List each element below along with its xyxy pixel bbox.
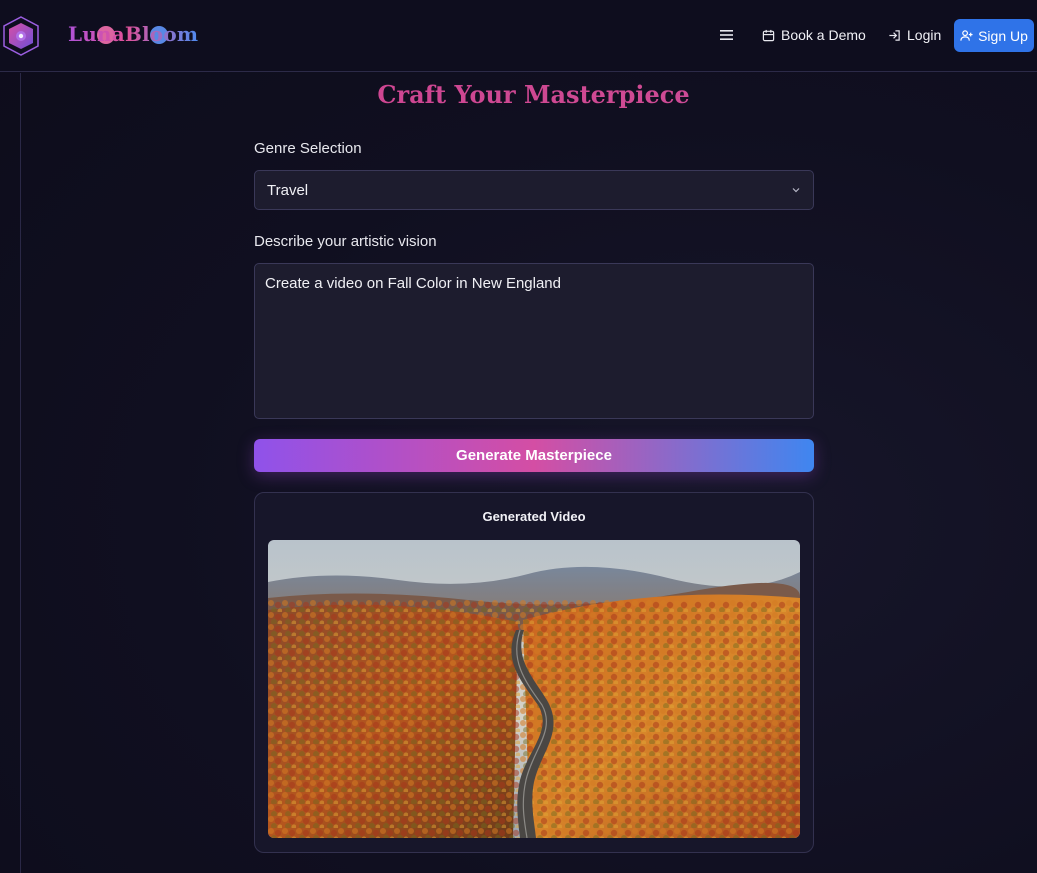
sidebar-divider <box>20 73 21 873</box>
generated-video-card: Generated Video <box>254 492 814 853</box>
artistic-vision-textarea[interactable]: Create a video on Fall Color in New Engl… <box>254 263 814 419</box>
sign-up-button[interactable]: Sign Up <box>954 19 1034 52</box>
calendar-icon <box>762 29 775 41</box>
login-link[interactable]: Login <box>888 24 941 46</box>
sign-up-label: Sign Up <box>978 27 1028 44</box>
chevron-down-icon <box>792 188 800 193</box>
brand-logo[interactable]: LunaBloom <box>68 22 198 50</box>
genre-selected-value: Travel <box>267 181 309 199</box>
hamburger-menu-icon[interactable] <box>719 27 735 43</box>
genre-selection-label: Genre Selection <box>254 140 362 157</box>
generated-video-title: Generated Video <box>482 509 586 524</box>
book-demo-label: Book a Demo <box>781 27 866 43</box>
page-title: Craft Your Masterpiece <box>0 80 1037 109</box>
artistic-vision-label: Describe your artistic vision <box>254 233 437 250</box>
logo-hexagon-icon[interactable] <box>0 15 42 57</box>
book-demo-link[interactable]: Book a Demo <box>762 24 866 46</box>
user-plus-icon <box>960 30 973 41</box>
login-arrow-icon <box>889 29 900 41</box>
generated-video-player[interactable] <box>268 540 800 838</box>
generate-masterpiece-button[interactable]: Generate Masterpiece <box>254 439 814 472</box>
top-navbar: LunaBloom Book a Demo Login Sign Up <box>0 0 1037 72</box>
login-label: Login <box>907 27 942 43</box>
genre-select[interactable]: Travel <box>254 170 814 210</box>
brand-name: LunaBloom <box>68 22 199 46</box>
